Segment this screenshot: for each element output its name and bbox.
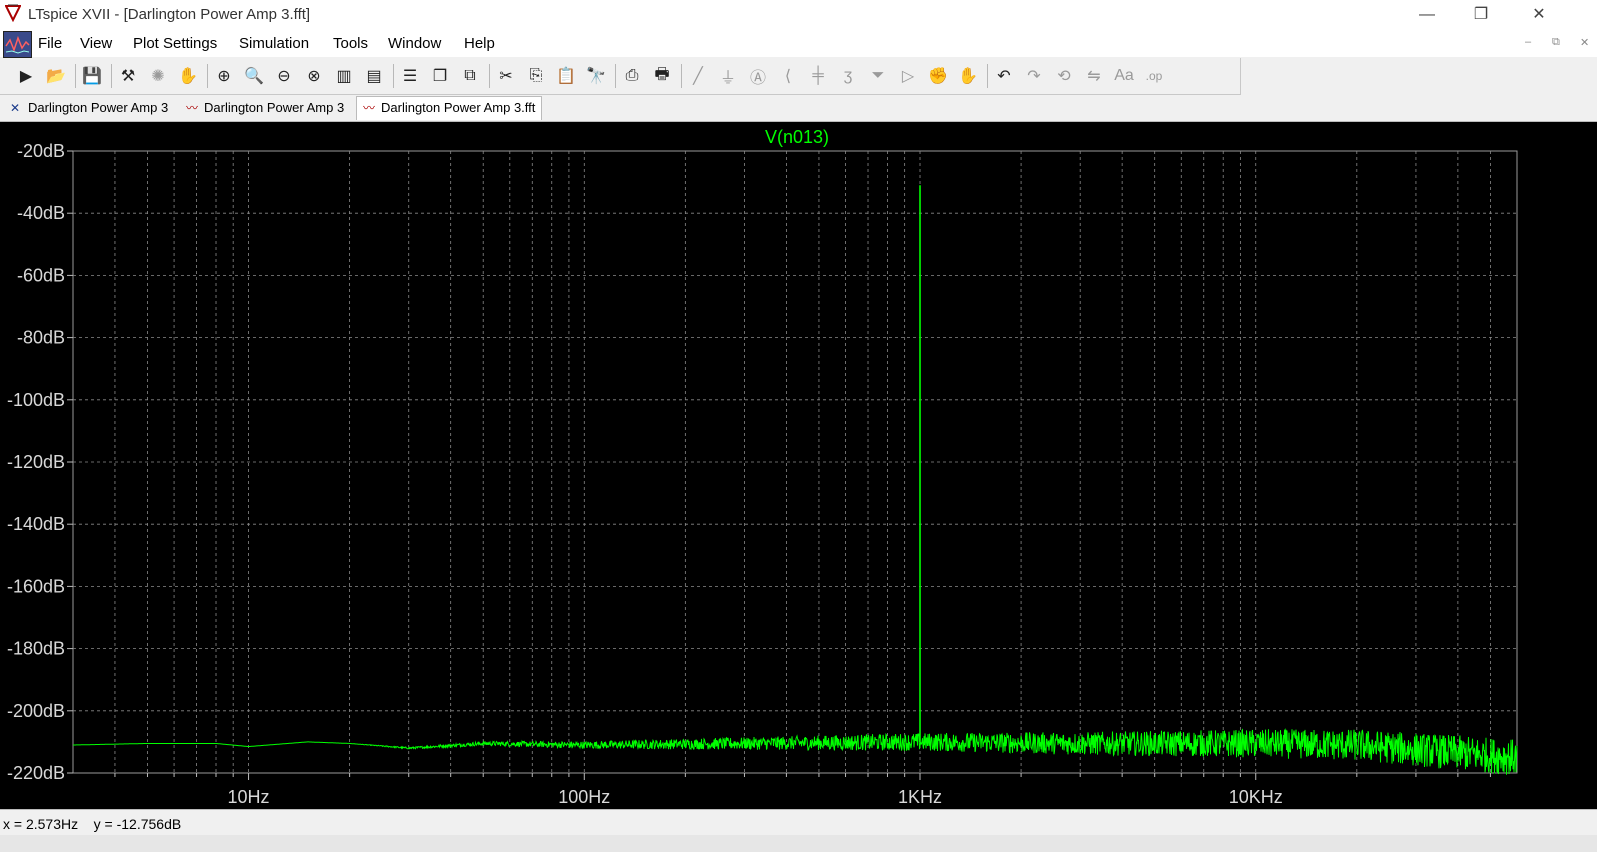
diode-icon[interactable]: ⏷ [866, 64, 890, 88]
label-net-icon[interactable]: Ⓐ [746, 64, 770, 88]
text-icon[interactable]: Aa [1112, 64, 1136, 88]
mdi-close-button[interactable]: ✕ [1580, 36, 1589, 49]
autorange-y-icon[interactable]: ▤ [362, 64, 386, 88]
toolbar-separator [393, 64, 394, 88]
menu-simulation[interactable]: Simulation [239, 35, 309, 52]
tab-schematic[interactable]: ✕ Darlington Power Amp 3 [4, 97, 174, 119]
window-title: LTspice XVII - [Darlington Power Amp 3.f… [28, 6, 311, 23]
zoom-in-icon[interactable]: ⊕ [212, 64, 236, 88]
tab-bar: ✕ Darlington Power Amp 3 〰 Darlington Po… [0, 95, 1597, 122]
tab-fft[interactable]: 〰 Darlington Power Amp 3.fft [356, 96, 543, 120]
cascade-icon[interactable]: ❐ [428, 64, 452, 88]
toolbar-separator [987, 64, 988, 88]
tab-label: Darlington Power Amp 3 [204, 100, 345, 115]
undo-icon[interactable]: ↶ [992, 64, 1016, 88]
trace-label[interactable]: V(n013) [765, 127, 829, 147]
x-tick-label: 1KHz [898, 787, 942, 807]
menu-window[interactable]: Window [388, 35, 441, 52]
resistor-icon[interactable]: ⟨ [776, 64, 800, 88]
y-tick-label: -40dB [17, 203, 65, 223]
zoom-area-icon[interactable]: 🔍 [242, 64, 266, 88]
toolbar-separator [75, 64, 76, 88]
inductor-icon[interactable]: ʒ [836, 64, 860, 88]
waveform-icon: 〰 [363, 101, 376, 115]
minimize-button[interactable]: — [1404, 0, 1450, 30]
capacitor-icon[interactable]: ╪ [806, 64, 830, 88]
cut-icon[interactable]: ✂ [494, 64, 518, 88]
open-icon[interactable]: 📂 [44, 64, 68, 88]
plot-pane[interactable]: V(n013) -20dB -40dB -60dB -80dB -100dB -120dB… [0, 122, 1597, 809]
print-preview-icon[interactable]: ⎙ [620, 64, 644, 88]
spice-directive-icon[interactable]: .op [1142, 64, 1166, 88]
mdi-minimize-button[interactable]: – [1525, 36, 1531, 48]
schematic-icon: ✕ [10, 101, 21, 115]
fft-chart[interactable]: V(n013) -20dB -40dB -60dB -80dB -100dB -120dB… [0, 122, 1597, 809]
control-panel-icon[interactable]: ⚒ [116, 64, 140, 88]
title-bar: LTspice XVII - [Darlington Power Amp 3.f… [0, 0, 1597, 30]
restore-button[interactable]: ❐ [1458, 0, 1504, 30]
menu-file[interactable]: File [38, 35, 62, 52]
menu-bar: File View Plot Settings Simulation Tools… [0, 30, 1597, 58]
zoom-fit-icon[interactable]: ⊗ [302, 64, 326, 88]
draw-wire-icon[interactable]: ╱ [686, 64, 710, 88]
paste-icon[interactable]: 📋 [554, 64, 578, 88]
mdi-restore-button[interactable]: ⧉ [1552, 36, 1560, 49]
toolbar-separator [111, 64, 112, 88]
y-tick-label: -140dB [7, 514, 65, 534]
toolbar-separator [489, 64, 490, 88]
document-icon[interactable] [3, 31, 32, 58]
toolbar-separator [207, 64, 208, 88]
component-icon[interactable]: ▷ [896, 64, 920, 88]
window-bottom-edge [0, 835, 1597, 852]
y-tick-label: -200dB [7, 701, 65, 721]
y-tick-label: -100dB [7, 390, 65, 410]
menu-help[interactable]: Help [464, 35, 495, 52]
toolbar-separator [681, 64, 682, 88]
cursor-readout: x = 2.573Hz y = -12.756dB [3, 816, 182, 832]
menu-plot-settings[interactable]: Plot Settings [133, 35, 217, 52]
ground-icon[interactable]: ⏚ [716, 64, 740, 88]
y-tick-label: -120dB [7, 452, 65, 472]
print-icon[interactable]: 🖶 [650, 64, 674, 88]
tile-vertical-icon[interactable]: ⧉ [458, 64, 482, 88]
copy-icon[interactable]: ⎘ [524, 64, 548, 88]
y-tick-label: -80dB [17, 328, 65, 348]
y-tick-label: -220dB [7, 763, 65, 783]
y-tick-label: -160dB [7, 576, 65, 596]
y-tick-label: -60dB [17, 265, 65, 285]
save-icon[interactable]: 💾 [80, 64, 104, 88]
noise-floor-trace[interactable] [73, 727, 1518, 775]
x-tick-label: 10Hz [228, 787, 270, 807]
tab-label: Darlington Power Amp 3 [28, 100, 169, 115]
zoom-out-icon[interactable]: ⊖ [272, 64, 296, 88]
rotate-icon[interactable]: ⟲ [1052, 64, 1076, 88]
redo-icon[interactable]: ↷ [1022, 64, 1046, 88]
toolbar-separator [615, 64, 616, 88]
autorange-icon[interactable]: ▥ [332, 64, 356, 88]
menu-tools[interactable]: Tools [333, 35, 368, 52]
y-tick-label: -180dB [7, 639, 65, 659]
x-tick-label: 10KHz [1229, 787, 1283, 807]
waveform-icon: 〰 [186, 101, 199, 115]
tile-horizontal-icon[interactable]: ☰ [398, 64, 422, 88]
x-tick-label: 100Hz [558, 787, 610, 807]
y-tick-label: -20dB [17, 141, 65, 161]
mirror-icon[interactable]: ⇋ [1082, 64, 1106, 88]
find-icon[interactable]: 🔭 [584, 64, 608, 88]
status-bar: x = 2.573Hz y = -12.756dB [0, 809, 1597, 836]
pan-icon[interactable]: ✋ [176, 64, 200, 88]
run-icon[interactable]: ▶ [14, 64, 38, 88]
halt-icon[interactable]: ✺ [146, 64, 170, 88]
ltspice-app-icon[interactable] [5, 4, 21, 22]
move-icon[interactable]: ✊ [926, 64, 950, 88]
toolbar: ▶ 📂 💾 ⚒ ✺ ✋ ⊕ 🔍 ⊖ ⊗ ▥ ▤ ☰ ❐ ⧉ ✂ ⎘ 📋 🔭 ⎙ 🖶 ╱ ⏚ Ⓐ ⟨ ╪ ʒ ⏷ ▷ ✊ ✋ ↶ ↷ ⟲ ⇋ Aa .op [0, 58, 1241, 95]
menu-view[interactable]: View [80, 35, 112, 52]
close-button[interactable]: ✕ [1516, 0, 1562, 30]
drag-icon[interactable]: ✋ [956, 64, 980, 88]
tab-label: Darlington Power Amp 3.fft [381, 100, 536, 115]
tab-waveform[interactable]: 〰 Darlington Power Amp 3 [180, 97, 350, 119]
